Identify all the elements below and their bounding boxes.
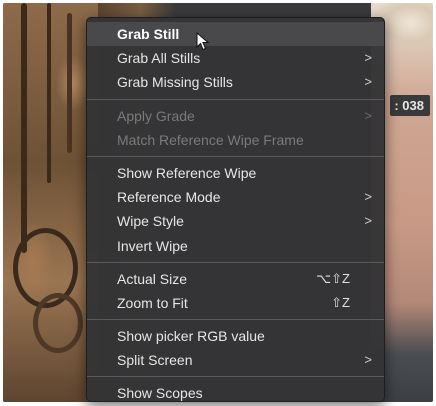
menu-item-label: Actual Size (117, 270, 188, 287)
menu-item-split-screen[interactable]: Split Screen > (87, 348, 384, 372)
menu-separator (87, 261, 384, 263)
chevron-right-icon: > (364, 189, 372, 205)
menu-item-grab-missing-stills[interactable]: Grab Missing Stills > (87, 70, 384, 94)
menu-item-label: Grab All Stills (117, 50, 201, 67)
context-menu[interactable]: Grab Still Grab All Stills > Grab Missing S… (86, 17, 385, 402)
menu-item-label: Grab Missing Stills (117, 74, 233, 91)
menu-item-grab-all-stills[interactable]: Grab All Stills > (87, 46, 384, 70)
menu-item-label: Show Scopes (117, 385, 203, 402)
chevron-right-icon: > (364, 213, 372, 229)
mouse-pointer-icon (196, 32, 210, 51)
chevron-right-icon: > (364, 50, 372, 66)
menu-item-show-picker-rgb-value[interactable]: Show picker RGB value (87, 324, 384, 348)
timecode-badge: : 038 (390, 95, 430, 116)
menu-item-apply-grade: Apply Grade > (87, 104, 384, 128)
menu-item-label: Zoom to Fit (117, 294, 188, 311)
menu-item-label: Grab Still (117, 26, 180, 42)
menu-item-label: Invert Wipe (117, 237, 188, 254)
menu-item-label: Apply Grade (117, 107, 195, 124)
menu-item-label: Show Reference Wipe (117, 164, 257, 181)
chevron-right-icon: > (364, 74, 372, 90)
background-tack-image (3, 3, 98, 402)
menu-item-label: Show picker RGB value (117, 328, 265, 345)
menu-item-show-scopes[interactable]: Show Scopes (87, 381, 384, 405)
menu-item-label: Wipe Style (117, 213, 184, 230)
menu-item-label: Reference Mode (117, 189, 221, 206)
menu-item-invert-wipe[interactable]: Invert Wipe (87, 234, 384, 258)
menu-separator (87, 155, 384, 157)
menu-item-shortcut: ⇧Z (331, 294, 350, 310)
menu-item-match-reference-wipe-frame: Match Reference Wipe Frame (87, 128, 384, 152)
menu-item-shortcut: ⌥⇧Z (316, 270, 350, 286)
menu-item-label: Match Reference Wipe Frame (117, 131, 304, 148)
chevron-right-icon: > (364, 107, 372, 123)
menu-item-wipe-style[interactable]: Wipe Style > (87, 209, 384, 233)
menu-separator (87, 319, 384, 321)
menu-separator (87, 376, 384, 378)
menu-item-grab-still[interactable]: Grab Still (87, 22, 384, 47)
menu-item-show-reference-wipe[interactable]: Show Reference Wipe (87, 161, 384, 185)
menu-item-reference-mode[interactable]: Reference Mode > (87, 185, 384, 209)
menu-item-label: Split Screen (117, 352, 193, 369)
chevron-right-icon: > (364, 352, 372, 368)
menu-separator (87, 98, 384, 100)
menu-item-zoom-to-fit[interactable]: Zoom to Fit ⇧Z (87, 291, 384, 315)
menu-item-actual-size[interactable]: Actual Size ⌥⇧Z (87, 267, 384, 291)
